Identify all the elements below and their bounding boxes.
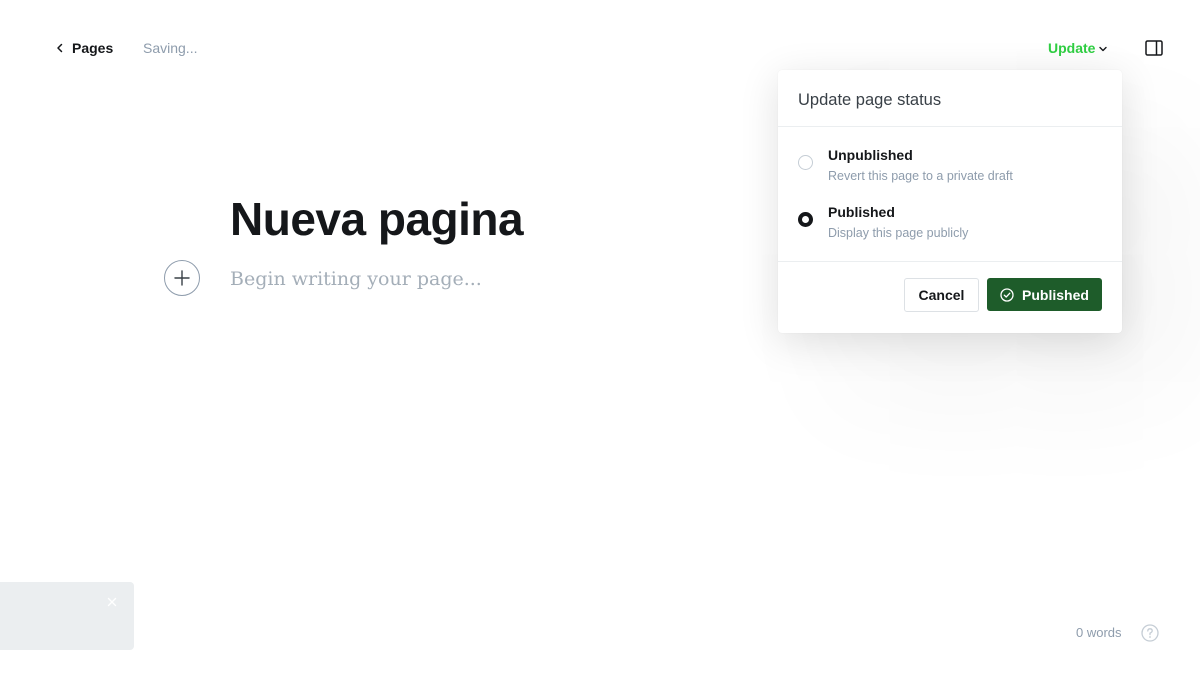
save-status-text: Saving... bbox=[143, 40, 198, 56]
popover-title: Update page status bbox=[798, 91, 942, 109]
word-count: 0 words bbox=[1076, 625, 1122, 640]
popover-divider bbox=[778, 261, 1122, 262]
option-description: Revert this page to a private draft bbox=[828, 169, 1013, 183]
back-link-label: Pages bbox=[72, 40, 114, 56]
confirm-button-label: Published bbox=[1022, 286, 1089, 303]
check-circle-icon bbox=[1000, 287, 1014, 302]
add-card-button[interactable] bbox=[164, 260, 200, 296]
chevron-down-icon bbox=[1099, 46, 1108, 52]
option-label: Published bbox=[828, 204, 895, 220]
back-to-pages-link[interactable]: Pages bbox=[54, 39, 113, 57]
status-option-unpublished[interactable]: Unpublished Revert this page to a privat… bbox=[798, 147, 1102, 187]
confirm-publish-button[interactable]: Published bbox=[987, 278, 1102, 311]
status-option-published[interactable]: Published Display this page publicly bbox=[798, 204, 1102, 244]
update-dropdown-button[interactable]: Update bbox=[1048, 39, 1108, 57]
page-body-editor[interactable]: Begin writing your page... bbox=[230, 266, 482, 292]
notification-toast bbox=[0, 582, 134, 650]
plus-icon bbox=[174, 270, 190, 286]
chevron-left-icon bbox=[57, 43, 63, 53]
sidebar-toggle-icon[interactable] bbox=[1145, 40, 1163, 56]
update-status-popover: Update page status Unpublished Revert th… bbox=[778, 70, 1122, 333]
close-icon[interactable] bbox=[106, 596, 118, 608]
cancel-button[interactable]: Cancel bbox=[904, 278, 979, 312]
popover-divider bbox=[778, 126, 1122, 127]
update-button-label: Update bbox=[1048, 40, 1096, 56]
page-editor: Pages Saving... Update Nueva pagina Begi… bbox=[0, 0, 1200, 680]
unpublished-radio[interactable] bbox=[798, 155, 813, 170]
question-mark-circle-icon[interactable] bbox=[1141, 624, 1159, 642]
option-label: Unpublished bbox=[828, 147, 913, 163]
option-description: Display this page publicly bbox=[828, 226, 969, 240]
page-title[interactable]: Nueva pagina bbox=[230, 190, 524, 248]
published-radio[interactable] bbox=[798, 212, 813, 227]
